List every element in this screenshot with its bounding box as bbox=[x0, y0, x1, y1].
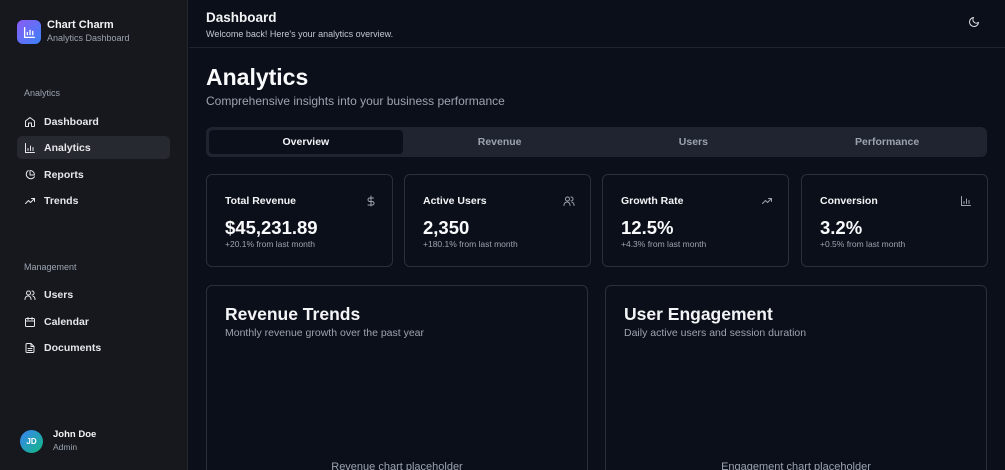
sidebar-item-label: Analytics bbox=[44, 141, 91, 154]
nav-section-analytics: Analytics bbox=[24, 88, 61, 98]
stat-card-conversion: Conversion 3.2% +0.5% from last month bbox=[801, 174, 988, 267]
trending-up-icon bbox=[23, 194, 36, 207]
header-subtitle: Welcome back! Here's your analytics over… bbox=[206, 29, 394, 39]
top-header: Dashboard Welcome back! Here's your anal… bbox=[189, 0, 1005, 48]
chart-placeholder: Engagement chart placeholder bbox=[721, 461, 871, 470]
card-delta: +0.5% from last month bbox=[820, 239, 906, 249]
user-name: John Doe bbox=[53, 429, 97, 440]
tab-bar: Overview Revenue Users Performance bbox=[206, 127, 987, 157]
moon-icon bbox=[968, 15, 980, 33]
card-label: Conversion bbox=[820, 195, 878, 207]
stat-card-revenue: Total Revenue $45,231.89 +20.1% from las… bbox=[206, 174, 393, 267]
card-value: 3.2% bbox=[820, 217, 863, 238]
card-value: 12.5% bbox=[621, 217, 674, 238]
sidebar-item-documents[interactable]: Documents bbox=[17, 336, 170, 359]
stat-card-growth: Growth Rate 12.5% +4.3% from last month bbox=[602, 174, 789, 267]
page-title: Analytics bbox=[206, 64, 309, 90]
home-icon bbox=[23, 115, 36, 128]
bar-chart-icon bbox=[23, 141, 36, 154]
tab-performance[interactable]: Performance bbox=[790, 130, 984, 154]
sidebar-item-reports[interactable]: Reports bbox=[17, 163, 170, 186]
panel-title: User Engagement bbox=[624, 304, 773, 324]
sidebar: Chart Charm Analytics Dashboard Analytic… bbox=[0, 0, 188, 470]
avatar: JD bbox=[20, 429, 43, 453]
user-engagement-panel: User Engagement Daily active users and s… bbox=[605, 285, 987, 470]
calendar-icon bbox=[23, 315, 36, 328]
sidebar-item-label: Dashboard bbox=[44, 115, 99, 128]
card-delta: +4.3% from last month bbox=[621, 239, 707, 249]
trending-up-icon bbox=[760, 194, 774, 208]
sidebar-item-analytics[interactable]: Analytics bbox=[17, 136, 170, 159]
sidebar-item-trends[interactable]: Trends bbox=[17, 189, 170, 212]
tab-users[interactable]: Users bbox=[597, 130, 791, 154]
brand-subtitle: Analytics Dashboard bbox=[47, 33, 130, 43]
sidebar-item-dashboard[interactable]: Dashboard bbox=[17, 110, 170, 133]
sidebar-item-users[interactable]: Users bbox=[17, 283, 170, 306]
panel-subtitle: Monthly revenue growth over the past yea… bbox=[225, 327, 425, 339]
pie-chart-icon bbox=[23, 168, 36, 181]
sidebar-item-label: Calendar bbox=[44, 315, 89, 328]
card-delta: +20.1% from last month bbox=[225, 239, 316, 249]
revenue-trends-panel: Revenue Trends Monthly revenue growth ov… bbox=[206, 285, 588, 470]
sidebar-item-calendar[interactable]: Calendar bbox=[17, 310, 170, 333]
card-label: Active Users bbox=[423, 195, 487, 207]
sidebar-item-label: Documents bbox=[44, 341, 102, 354]
page-subtitle: Comprehensive insights into your busines… bbox=[206, 94, 505, 108]
nav-section-management: Management bbox=[24, 262, 77, 272]
theme-toggle-button[interactable] bbox=[965, 15, 983, 33]
card-label: Total Revenue bbox=[225, 195, 296, 207]
card-value: $45,231.89 bbox=[225, 217, 318, 238]
tab-revenue[interactable]: Revenue bbox=[403, 130, 597, 154]
user-role: Admin bbox=[53, 442, 78, 452]
users-icon bbox=[562, 194, 576, 208]
users-icon bbox=[23, 288, 36, 301]
brand-title: Chart Charm bbox=[47, 19, 114, 31]
chart-placeholder: Revenue chart placeholder bbox=[331, 461, 463, 470]
header-title: Dashboard bbox=[206, 10, 277, 25]
user-profile[interactable]: JD John Doe Admin bbox=[20, 429, 96, 453]
dollar-icon bbox=[364, 194, 378, 208]
sidebar-item-label: Trends bbox=[44, 194, 79, 207]
card-label: Growth Rate bbox=[621, 195, 684, 207]
card-delta: +180.1% from last month bbox=[423, 239, 518, 249]
bar-chart-icon bbox=[17, 20, 41, 44]
brand[interactable]: Chart Charm Analytics Dashboard bbox=[17, 19, 130, 45]
bar-chart-icon bbox=[959, 194, 973, 208]
sidebar-item-label: Reports bbox=[44, 168, 84, 181]
panel-title: Revenue Trends bbox=[225, 304, 361, 324]
stat-card-users: Active Users 2,350 +180.1% from last mon… bbox=[404, 174, 591, 267]
file-icon bbox=[23, 341, 36, 354]
card-value: 2,350 bbox=[423, 217, 470, 238]
tab-overview[interactable]: Overview bbox=[209, 130, 403, 154]
sidebar-item-label: Users bbox=[44, 288, 74, 301]
panel-subtitle: Daily active users and session duration bbox=[624, 327, 807, 339]
